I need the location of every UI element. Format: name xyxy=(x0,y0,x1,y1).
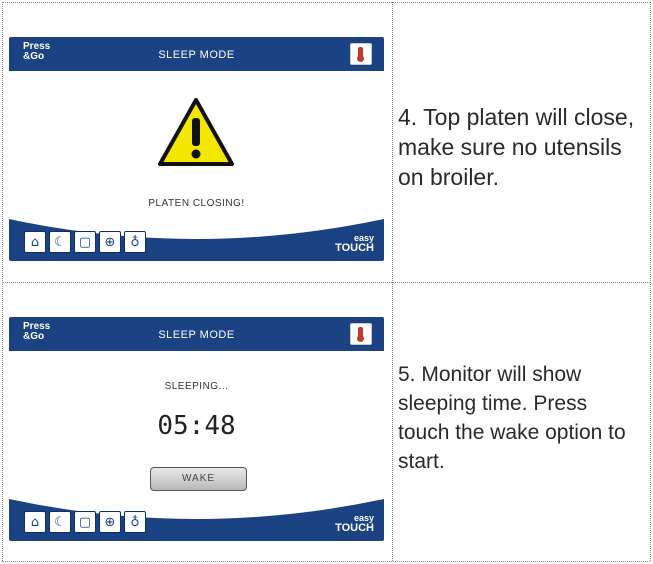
screen-platen-closing: Press &Go SLEEP MODE PLATEN CLOSING! ⌂ ☾… xyxy=(9,37,384,261)
sleep-timer: 05:48 xyxy=(157,411,236,441)
screen-sleeping: Press &Go SLEEP MODE SLEEPING... 05:48 W… xyxy=(9,317,384,541)
moon-icon[interactable]: ☾ xyxy=(49,511,71,533)
moon-icon[interactable]: ☾ xyxy=(49,231,71,253)
thermometer-icon[interactable] xyxy=(350,323,372,345)
bottom-toolbar: ⌂ ☾ ▢ ⊕ ♁ xyxy=(24,511,146,533)
easy-touch-logo: easy TOUCH xyxy=(335,233,374,254)
platen-closing-text: PLATEN CLOSING! xyxy=(148,198,245,209)
bottom-toolbar: ⌂ ☾ ▢ ⊕ ♁ xyxy=(24,231,146,253)
home-icon[interactable]: ⌂ xyxy=(24,231,46,253)
thermometer-icon[interactable] xyxy=(350,43,372,65)
screen-title: SLEEP MODE xyxy=(158,329,235,341)
globe-icon[interactable]: ⊕ xyxy=(99,511,121,533)
home-icon[interactable]: ⌂ xyxy=(24,511,46,533)
lock-icon[interactable]: ▢ xyxy=(74,511,96,533)
globe-icon[interactable]: ⊕ xyxy=(99,231,121,253)
screen-title: SLEEP MODE xyxy=(158,49,235,61)
lightbulb-icon[interactable]: ♁ xyxy=(124,231,146,253)
instruction-step-5: 5. Monitor will show sleeping time. Pres… xyxy=(398,363,626,473)
wake-button[interactable]: WAKE xyxy=(150,467,247,491)
lock-icon[interactable]: ▢ xyxy=(74,231,96,253)
lightbulb-icon[interactable]: ♁ xyxy=(124,511,146,533)
easy-touch-logo: easy TOUCH xyxy=(335,513,374,534)
sleeping-text: SLEEPING... xyxy=(164,381,229,392)
instruction-step-4: 4. Top platen will close, make sure no u… xyxy=(398,104,635,190)
warning-icon xyxy=(158,98,234,166)
